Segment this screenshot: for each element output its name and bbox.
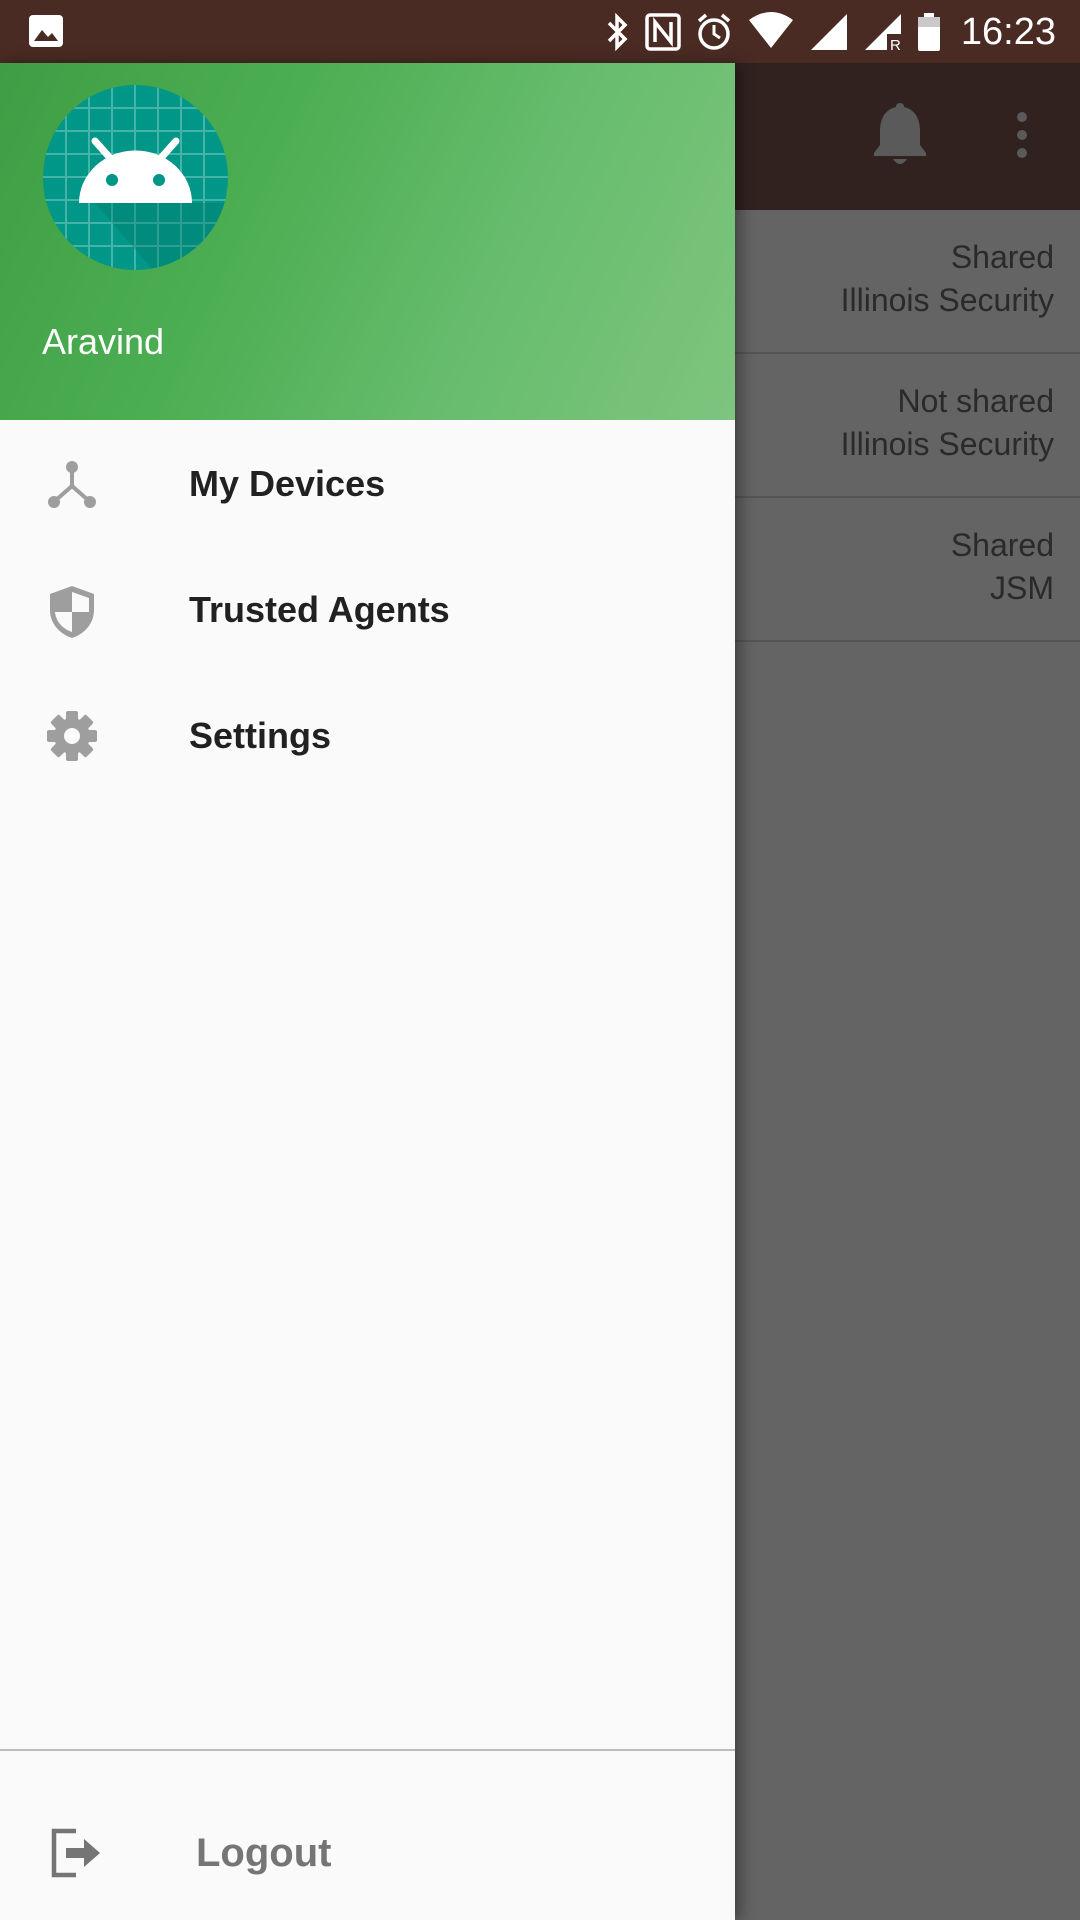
drawer-item-settings[interactable]: Settings (0, 672, 735, 798)
drawer-item-label: Settings (189, 715, 332, 756)
avatar[interactable] (43, 85, 228, 270)
gear-icon (46, 710, 98, 762)
drawer-item-my-devices[interactable]: My Devices (0, 420, 735, 546)
image-notification-icon (28, 14, 64, 48)
drawer-menu: My Devices Trusted Agents Settings (0, 420, 735, 798)
divider (0, 1749, 735, 1751)
android-robot-icon (43, 85, 228, 270)
drawer-item-label: Trusted Agents (189, 589, 450, 630)
bluetooth-icon (605, 12, 631, 52)
more-vert-icon[interactable] (1010, 111, 1034, 164)
device-tree-icon (46, 458, 98, 510)
logout-icon (46, 1825, 102, 1881)
logout-label: Logout (196, 1831, 332, 1875)
alarm-icon (695, 12, 733, 52)
signal-icon (809, 12, 849, 52)
navigation-drawer: Aravind My Devices Trusted Agents Settin… (0, 63, 735, 1920)
signal-roaming-icon: R (863, 12, 903, 52)
status-time: 16:23 (960, 10, 1056, 53)
logout-button[interactable]: Logout (0, 1803, 735, 1903)
shield-icon (46, 584, 98, 638)
svg-text:R: R (890, 37, 901, 52)
status-bar: R 16:23 (0, 0, 1080, 63)
bell-icon[interactable] (870, 99, 930, 174)
user-name: Aravind (42, 321, 165, 362)
drawer-header: Aravind (0, 63, 735, 420)
wifi-icon (747, 12, 795, 52)
nfc-icon (645, 12, 681, 52)
drawer-item-label: My Devices (189, 463, 386, 504)
battery-icon (917, 12, 941, 52)
status-icons: R 16:23 (605, 10, 1056, 54)
drawer-item-trusted-agents[interactable]: Trusted Agents (0, 546, 735, 672)
